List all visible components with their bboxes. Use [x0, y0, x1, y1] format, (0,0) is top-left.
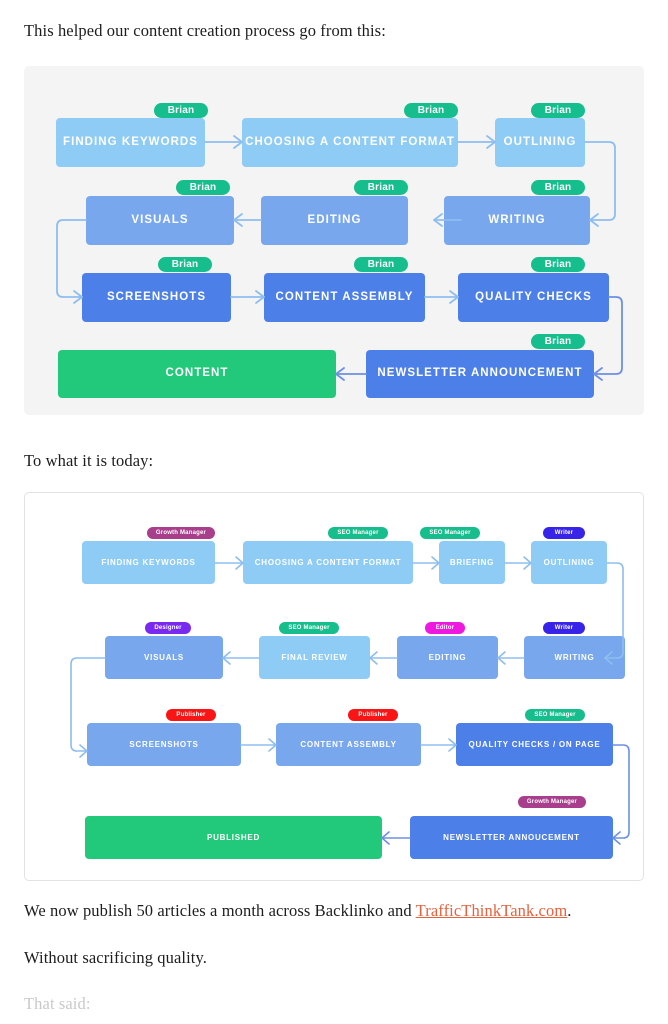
owner-badge: SEO Manager	[525, 709, 585, 721]
connector-layer-old	[56, 135, 623, 381]
paragraph-stats-suffix: .	[567, 901, 572, 920]
owner-badge: Growth Manager	[147, 527, 215, 539]
paragraph-intro: This helped our content creation process…	[24, 21, 386, 40]
owner-badge: Brian	[531, 103, 585, 118]
owner-badge: Publisher	[348, 709, 398, 721]
owner-badge: Brian	[354, 180, 408, 195]
owner-badge: Growth Manager	[518, 796, 586, 808]
owner-badge: Brian	[404, 103, 458, 118]
owner-badge: Writer	[543, 527, 585, 539]
owner-badge: SEO Manager	[420, 527, 480, 539]
owner-badge: Brian	[531, 180, 585, 195]
paragraph-stats-prefix: We now publish 50 articles a month acros…	[24, 901, 416, 920]
owner-badge: Publisher	[166, 709, 216, 721]
paragraph-stats: We now publish 50 articles a month acros…	[24, 900, 572, 922]
paragraph-today: To what it is today:	[24, 451, 154, 470]
owner-badge: Brian	[531, 257, 585, 272]
owner-badge: Brian	[531, 334, 585, 349]
owner-badge: Brian	[176, 180, 230, 195]
owner-badge: Designer	[145, 622, 191, 634]
diagram-old-process: Brian FINDING KEYWORDS Brian CHOOSING A …	[24, 66, 644, 415]
owner-badge: SEO Manager	[279, 622, 339, 634]
owner-badge: Brian	[354, 257, 408, 272]
owner-badge: Editor	[425, 622, 465, 634]
article-page: This helped our content creation process…	[0, 0, 668, 1024]
diagram-new-process: Growth Manager FINDING KEYWORDS SEO Mana…	[24, 492, 644, 881]
connector-layer-new	[70, 556, 630, 845]
owner-badge: Brian	[158, 257, 212, 272]
traffic-think-tank-link[interactable]: TrafficThinkTank.com	[416, 901, 568, 920]
paragraph-that-said: That said:	[24, 994, 91, 1013]
owner-badge: SEO Manager	[328, 527, 388, 539]
owner-badge: Brian	[154, 103, 208, 118]
owner-badge: Writer	[543, 622, 585, 634]
paragraph-quality: Without sacrificing quality.	[24, 948, 207, 967]
